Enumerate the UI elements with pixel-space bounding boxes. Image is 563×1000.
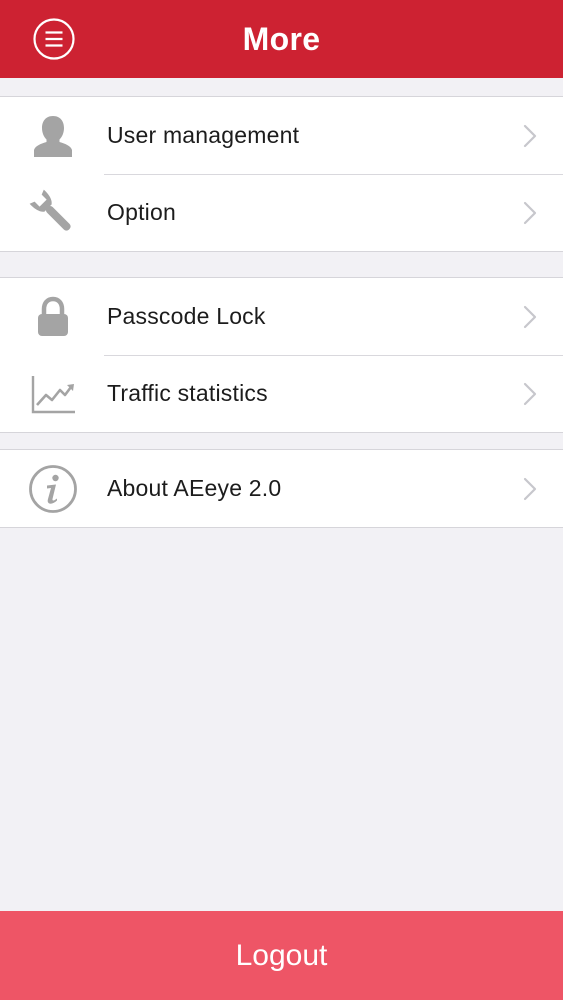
list-item-label: Traffic statistics — [107, 380, 268, 406]
settings-group-about: About AEeye 2.0 — [0, 449, 563, 528]
list-item-label: Passcode Lock — [107, 303, 266, 329]
list-item-about[interactable]: About AEeye 2.0 — [0, 450, 563, 527]
list-item-passcode-lock[interactable]: Passcode Lock — [0, 278, 563, 355]
settings-group-security: Passcode Lock Traffic statistics — [0, 277, 563, 433]
page-title: More — [242, 20, 321, 57]
list-item-label: About AEeye 2.0 — [107, 475, 282, 501]
list-item-label: User management — [107, 122, 300, 148]
wrench-icon — [26, 186, 80, 240]
chevron-right-icon — [523, 477, 537, 500]
info-circle-icon — [26, 462, 80, 516]
settings-group-account: User management Option — [0, 96, 563, 252]
logout-label: Logout — [235, 938, 328, 972]
list-item-traffic-statistics[interactable]: Traffic statistics — [0, 355, 563, 432]
line-chart-icon — [26, 367, 80, 421]
chevron-right-icon — [523, 124, 537, 147]
list-item-label: Option — [107, 199, 176, 225]
menu-icon[interactable] — [32, 17, 76, 61]
chevron-right-icon — [523, 382, 537, 405]
chevron-right-icon — [523, 201, 537, 224]
chevron-right-icon — [523, 305, 537, 328]
list-item-user-management[interactable]: User management — [0, 97, 563, 174]
padlock-icon — [26, 290, 80, 344]
user-silhouette-icon — [26, 109, 80, 163]
list-item-option[interactable]: Option — [0, 174, 563, 251]
navigation-bar: More — [0, 0, 563, 78]
logout-button[interactable]: Logout — [0, 911, 563, 1000]
